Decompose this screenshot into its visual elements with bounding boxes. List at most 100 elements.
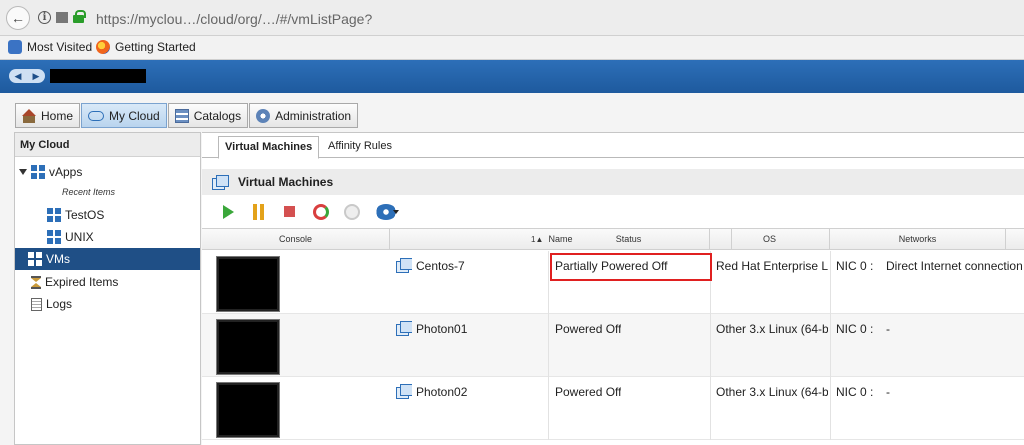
vapp-icon <box>47 208 61 222</box>
column-networks[interactable]: Networks <box>830 229 1006 250</box>
console-thumbnail[interactable] <box>216 382 280 438</box>
catalog-icon <box>174 108 189 123</box>
sidebar-item-unix[interactable]: UNIX <box>15 226 200 248</box>
url-field[interactable]: https://myclou…/cloud/org/…/#/vmListPage… <box>96 11 372 27</box>
history-nav[interactable]: ◀ ▶ <box>9 69 45 83</box>
divider <box>710 377 711 440</box>
tab-virtual-machines[interactable]: Virtual Machines <box>218 136 320 159</box>
sidebar-item-expired-items[interactable]: Expired Items <box>15 271 200 293</box>
bookmarks-bar: Most Visited Getting Started <box>0 36 1024 60</box>
divider <box>830 251 831 314</box>
bookmark-getting-started[interactable]: Getting Started <box>96 40 196 54</box>
sidebar-item-label: Expired Items <box>45 275 119 289</box>
sidebar-item-label: UNIX <box>65 230 94 244</box>
sub-tabs: Virtual Machines Affinity Rules <box>202 133 1024 159</box>
main-tabs: Home My Cloud Catalogs Administration <box>15 100 359 128</box>
hourglass-icon <box>31 275 41 289</box>
disabled-action-icon <box>344 204 360 220</box>
sidebar-item-vapps[interactable]: vApps <box>15 161 200 183</box>
sidebar-item-label: vApps <box>49 165 83 179</box>
logs-icon <box>31 297 42 311</box>
tab-label: Home <box>41 108 74 123</box>
column-status[interactable]: Status <box>548 229 710 250</box>
console-thumbnail[interactable] <box>216 256 280 312</box>
virtual-machines-icon <box>212 174 229 190</box>
vm-network: - <box>886 322 890 336</box>
vm-nic: NIC 0 : <box>836 259 874 273</box>
vms-icon <box>28 252 42 266</box>
bookmark-label: Getting Started <box>115 40 196 54</box>
divider <box>548 377 549 440</box>
nav-back-icon[interactable]: ◀ <box>15 71 22 82</box>
bookmark-most-visited[interactable]: Most Visited <box>8 40 92 54</box>
vm-os: Other 3.x Linux (64-bit) <box>716 322 828 336</box>
sidebar: My Cloud vApps Recent Items TestOS UNIX … <box>14 132 201 445</box>
power-off-icon[interactable] <box>282 204 298 220</box>
sidebar-item-label: Logs <box>46 297 73 311</box>
sidebar-title: My Cloud <box>15 133 200 157</box>
column-console[interactable]: Console <box>202 229 390 250</box>
table-header: Console Name 1▲ Status OS Networks <box>202 228 1024 250</box>
bookmark-label: Most Visited <box>27 40 93 54</box>
vm-icon <box>396 384 412 402</box>
tab-my-cloud[interactable]: My Cloud <box>81 103 167 128</box>
sort-ascending-icon[interactable]: 1▲ <box>531 229 543 250</box>
sidebar-item-logs[interactable]: Logs <box>15 293 200 315</box>
tab-label: Catalogs <box>193 108 242 123</box>
home-icon <box>22 108 36 123</box>
vm-name[interactable]: Photon01 <box>416 322 467 336</box>
browser-url-bar: ← i https://myclou…/cloud/org/…/#/vmList… <box>0 0 1024 36</box>
vm-icon <box>396 321 412 339</box>
vapp-icon <box>31 165 45 179</box>
tab-label: Administration <box>275 108 352 123</box>
sidebar-item-testos[interactable]: TestOS <box>15 204 200 226</box>
table-row[interactable]: Photon01 Powered Off Other 3.x Linux (64… <box>202 314 1024 377</box>
sidebar-item-vms[interactable]: VMs <box>15 248 200 270</box>
vm-os: Red Hat Enterprise Lir <box>716 259 828 273</box>
vm-status: Powered Off <box>555 385 622 399</box>
divider <box>548 251 549 314</box>
vm-toolbar <box>220 203 399 221</box>
cloud-icon <box>88 110 105 121</box>
divider <box>830 314 831 377</box>
expand-triangle-icon[interactable] <box>19 169 27 175</box>
column-os[interactable]: OS <box>710 229 830 250</box>
suspend-icon[interactable] <box>251 204 267 220</box>
admin-gear-icon <box>256 108 271 123</box>
divider <box>548 314 549 377</box>
lock-icon[interactable] <box>73 10 86 23</box>
vm-network: Direct Internet connection <box>886 259 1022 273</box>
vm-name[interactable]: Centos-7 <box>416 259 465 273</box>
vapp-icon <box>47 230 61 244</box>
vm-nic: NIC 0 : <box>836 322 874 336</box>
power-on-icon[interactable] <box>220 204 236 220</box>
vm-name[interactable]: Photon02 <box>416 385 467 399</box>
recent-items-label: Recent Items <box>62 187 116 197</box>
table-row[interactable]: Photon02 Powered Off Other 3.x Linux (64… <box>202 377 1024 440</box>
vm-icon <box>396 258 412 276</box>
divider <box>710 314 711 377</box>
section-header: Virtual Machines <box>202 169 1024 195</box>
vm-status: Powered Off <box>555 322 622 336</box>
vm-nic: NIC 0 : <box>836 385 874 399</box>
tab-home[interactable]: Home <box>15 103 81 128</box>
app-header: ◀ ▶ <box>0 60 1024 93</box>
actions-gear-icon[interactable] <box>375 204 399 220</box>
org-name-redacted <box>50 69 146 83</box>
table-row[interactable]: Centos-7 Partially Powered Off Red Hat E… <box>202 251 1024 314</box>
reset-icon[interactable] <box>313 204 329 220</box>
status-highlight-box <box>550 253 712 281</box>
vm-table: Console Name 1▲ Status OS Networks Cento… <box>202 228 1024 445</box>
firefox-icon <box>96 40 110 54</box>
sidebar-item-label: VMs <box>46 252 70 266</box>
tab-label: My Cloud <box>109 108 160 123</box>
main-content: Virtual Machines Affinity Rules Virtual … <box>202 132 1024 445</box>
console-thumbnail[interactable] <box>216 319 280 375</box>
tab-affinity-rules[interactable]: Affinity Rules <box>322 136 398 159</box>
tab-administration[interactable]: Administration <box>249 103 359 128</box>
tab-catalogs[interactable]: Catalogs <box>167 103 249 128</box>
divider <box>830 377 831 440</box>
nav-forward-icon[interactable]: ▶ <box>33 71 40 82</box>
back-arrow-icon[interactable]: ← <box>6 6 30 30</box>
info-icon[interactable]: i <box>38 11 51 24</box>
